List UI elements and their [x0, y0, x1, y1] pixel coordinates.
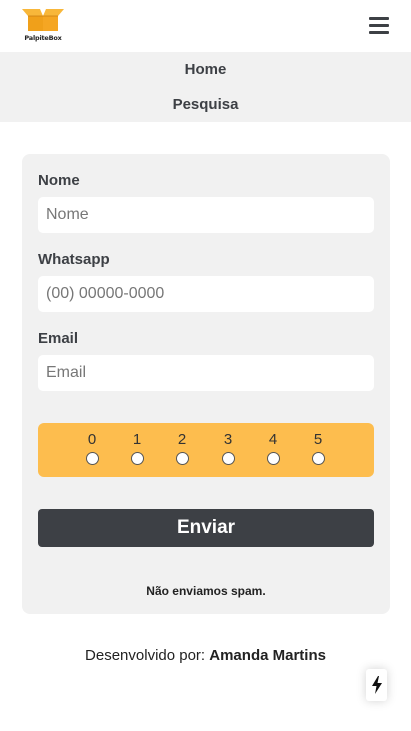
- rating-option-2: 2: [172, 431, 192, 465]
- rating-radio-1[interactable]: [130, 452, 144, 465]
- box-icon: [22, 9, 64, 31]
- whatsapp-label: Whatsapp: [38, 251, 110, 268]
- rating-number: 4: [268, 431, 278, 448]
- rating-option-5: 5: [308, 431, 328, 465]
- rating-radio-5[interactable]: [311, 452, 325, 465]
- nav-item-home[interactable]: Home: [0, 61, 411, 96]
- logo-text: PalpiteBox: [24, 34, 62, 42]
- hamburger-menu-icon[interactable]: [369, 17, 389, 35]
- footer-author: Amanda Martins: [209, 647, 326, 664]
- palpitebox-logo[interactable]: PalpiteBox: [20, 7, 66, 43]
- rating-number: 1: [132, 431, 142, 448]
- email-field[interactable]: [38, 355, 374, 391]
- main-nav: Home Pesquisa: [0, 52, 411, 122]
- rating-radio-0[interactable]: [85, 452, 99, 465]
- rating-number: 0: [87, 431, 97, 448]
- survey-form-card: Nome Whatsapp Email 0 1 2 3 4 5 Envia: [22, 154, 390, 614]
- name-field[interactable]: [38, 197, 374, 233]
- rating-number: 3: [223, 431, 233, 448]
- lightning-bolt-button[interactable]: [366, 669, 387, 701]
- spam-note: Não enviamos spam.: [146, 584, 266, 598]
- submit-button[interactable]: Enviar: [38, 509, 374, 547]
- lightning-bolt-icon: [371, 676, 382, 694]
- footer-credit: Desenvolvido por: Amanda Martins: [0, 647, 411, 664]
- rating-radio-3[interactable]: [221, 452, 235, 465]
- email-label: Email: [38, 330, 79, 347]
- rating-radio-2[interactable]: [175, 452, 189, 465]
- name-label: Nome: [38, 172, 80, 189]
- rating-option-0: 0: [82, 431, 102, 465]
- rating-number: 2: [177, 431, 187, 448]
- rating-option-1: 1: [127, 431, 147, 465]
- footer-prefix: Desenvolvido por:: [85, 647, 210, 664]
- rating-option-3: 3: [218, 431, 238, 465]
- whatsapp-field[interactable]: [38, 276, 374, 312]
- nav-item-pesquisa[interactable]: Pesquisa: [0, 96, 411, 131]
- rating-radio-4[interactable]: [266, 452, 280, 465]
- rating-scale: 0 1 2 3 4 5: [38, 423, 374, 477]
- header: PalpiteBox: [0, 0, 411, 52]
- rating-number: 5: [313, 431, 323, 448]
- rating-option-4: 4: [263, 431, 283, 465]
